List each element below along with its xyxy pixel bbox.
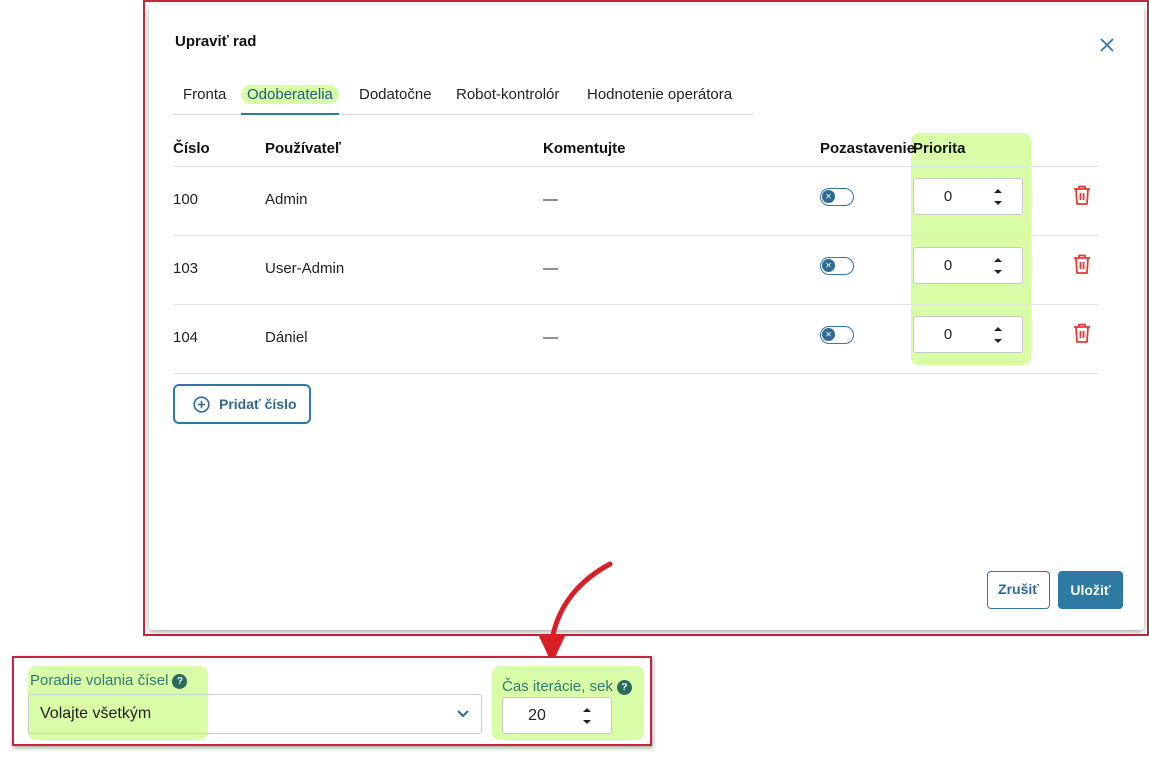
help-icon[interactable]: ?: [616, 680, 632, 695]
save-button[interactable]: Uložiť: [1058, 571, 1123, 609]
tab-label: Hodnotenie operátora: [587, 86, 733, 103]
priority-value: 0: [943, 188, 953, 205]
tab-label: Robot-kontrolór: [456, 86, 560, 103]
call-order-label-text: Poradie volania čísel: [30, 672, 169, 689]
cancel-button[interactable]: Zrušiť: [987, 571, 1050, 609]
toggle-off-icon: ✕: [822, 328, 835, 341]
call-order-label: Poradie volania čísel?: [30, 672, 188, 689]
pause-toggle[interactable]: ✕: [820, 326, 854, 344]
settings-highlight-frame: Poradie volania čísel? Volajte všetkým Č…: [12, 656, 652, 746]
tab-odoberatelia[interactable]: Odoberatelia: [241, 85, 339, 115]
annotation-arrow-icon: [538, 561, 613, 664]
call-order-select[interactable]: Volajte všetkým: [28, 694, 482, 734]
tab-dodatocne[interactable]: Dodatočne: [359, 85, 432, 115]
column-header-user: Používateľ: [265, 140, 341, 157]
column-header-number: Číslo: [173, 140, 210, 157]
plus-circle-icon: [193, 396, 210, 413]
chevron-down-icon: [457, 710, 469, 718]
table-row: 103 User-Admin — ✕ 0: [173, 236, 1099, 305]
row-comment: —: [543, 191, 558, 208]
priority-input[interactable]: 0: [913, 178, 1023, 215]
spinner-arrows-icon[interactable]: [992, 324, 1004, 346]
table-row: 100 Admin — ✕ 0: [173, 167, 1099, 236]
iteration-label-text: Čas iterácie, sek: [502, 678, 613, 695]
add-number-button[interactable]: Pridať číslo: [173, 384, 311, 424]
close-icon[interactable]: [1099, 37, 1115, 53]
column-header-pause: Pozastavenie: [820, 140, 916, 157]
row-user: Admin: [265, 191, 308, 208]
tab-robot-kontrolor[interactable]: Robot-kontrolór: [456, 85, 559, 115]
dialog-title: Upraviť rad: [175, 33, 257, 50]
toggle-off-icon: ✕: [822, 259, 835, 272]
edit-queue-dialog: Upraviť rad Fronta Odoberatelia Dodatočn…: [149, 5, 1144, 630]
dialog-highlight-frame: Upraviť rad Fronta Odoberatelia Dodatočn…: [143, 0, 1149, 636]
toggle-off-icon: ✕: [822, 190, 835, 203]
row-comment: —: [543, 260, 558, 277]
tab-bar: Fronta Odoberatelia Dodatočne Robot-kont…: [173, 85, 753, 115]
trash-icon[interactable]: [1072, 253, 1092, 275]
help-icon[interactable]: ?: [172, 674, 188, 689]
table-row: 104 Dániel — ✕ 0: [173, 305, 1099, 374]
row-comment: —: [543, 329, 558, 346]
spinner-arrows-icon[interactable]: [992, 186, 1004, 208]
row-number: 103: [173, 260, 199, 277]
pause-toggle[interactable]: ✕: [820, 257, 854, 275]
pause-toggle[interactable]: ✕: [820, 188, 854, 206]
column-header-priority: Priorita: [913, 140, 966, 157]
priority-input[interactable]: 0: [913, 316, 1023, 353]
iteration-time-value: 20: [528, 707, 546, 724]
tab-hodnotenie-operatora[interactable]: Hodnotenie operátora: [587, 85, 732, 115]
column-header-comment: Komentujte: [543, 140, 626, 157]
priority-value: 0: [943, 257, 953, 274]
tab-label: Odoberatelia: [241, 85, 339, 104]
call-order-value: Volajte všetkým: [40, 705, 152, 722]
row-number: 100: [173, 191, 199, 208]
spinner-arrows-icon[interactable]: [992, 255, 1004, 277]
tab-fronta[interactable]: Fronta: [183, 85, 226, 115]
iteration-time-input[interactable]: 20: [502, 697, 612, 734]
priority-input[interactable]: 0: [913, 247, 1023, 284]
spinner-arrows-icon[interactable]: [581, 705, 593, 727]
tab-label: Dodatočne: [359, 86, 432, 103]
row-user: Dániel: [265, 329, 308, 346]
iteration-label: Čas iterácie, sek?: [502, 678, 632, 695]
row-user: User-Admin: [265, 260, 345, 277]
trash-icon[interactable]: [1072, 184, 1092, 206]
add-number-label: Pridať číslo: [219, 396, 297, 412]
row-number: 104: [173, 329, 199, 346]
table-header: Číslo Používateľ Komentujte Pozastavenie…: [173, 135, 1099, 167]
trash-icon[interactable]: [1072, 322, 1092, 344]
priority-value: 0: [943, 326, 953, 343]
tab-label: Fronta: [183, 86, 227, 103]
